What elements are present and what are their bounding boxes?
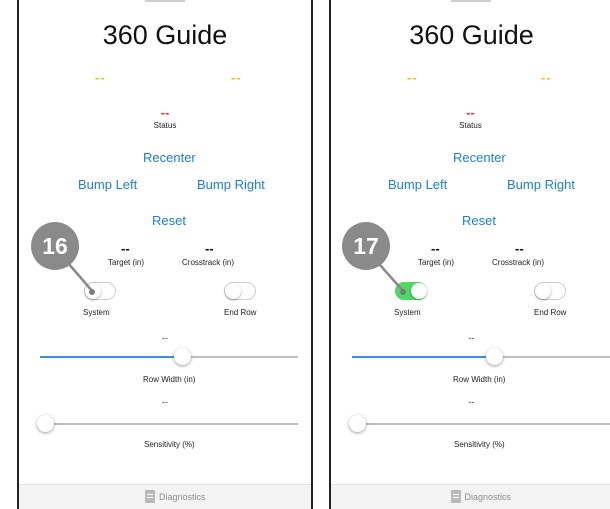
row-width-slider-thumb[interactable] bbox=[174, 348, 191, 365]
row-width-label: Row Width (in) bbox=[143, 375, 196, 384]
sensitivity-slider[interactable] bbox=[37, 415, 298, 432]
crosstrack-value: -- bbox=[205, 241, 214, 256]
toggle-knob bbox=[225, 283, 241, 299]
sensitivity-value: -- bbox=[468, 397, 475, 407]
sensitivity-slider-thumb[interactable] bbox=[349, 415, 366, 432]
recenter-button[interactable]: Recenter bbox=[453, 150, 506, 165]
diagnostics-icon bbox=[450, 490, 461, 503]
sensitivity-slider[interactable] bbox=[349, 415, 610, 432]
row-width-value: -- bbox=[162, 333, 168, 343]
app-title: 360 Guide bbox=[102, 20, 228, 50]
reset-button[interactable]: Reset bbox=[152, 213, 186, 228]
target-label: Target (in) bbox=[108, 258, 145, 267]
target-value: -- bbox=[121, 241, 130, 256]
toggle-knob bbox=[85, 283, 101, 299]
sensitivity-slider-thumb[interactable] bbox=[37, 415, 54, 432]
sensitivity-label: Sensitivity (%) bbox=[454, 440, 505, 449]
status-value: -- bbox=[466, 105, 475, 120]
callout-badge-16: 16 bbox=[31, 222, 79, 270]
end-row-label: End Row bbox=[534, 308, 567, 317]
system-label: System bbox=[83, 308, 110, 317]
end-row-label: End Row bbox=[224, 308, 257, 317]
bump-right-button[interactable]: Bump Right bbox=[507, 177, 575, 192]
callout-badge-17: 17 bbox=[342, 222, 390, 270]
row-width-slider-thumb[interactable] bbox=[486, 348, 503, 365]
system-toggle[interactable] bbox=[395, 282, 427, 300]
diagnostics-label: Diagnostics bbox=[159, 492, 206, 502]
diagnostics-label: Diagnostics bbox=[464, 492, 512, 502]
bump-left-button[interactable]: Bump Left bbox=[388, 177, 447, 192]
target-label: Target (in) bbox=[418, 258, 455, 267]
end-row-toggle[interactable] bbox=[534, 282, 566, 300]
sensitivity-value: -- bbox=[162, 397, 168, 407]
status-value: -- bbox=[160, 105, 170, 120]
bump-left-button[interactable]: Bump Left bbox=[78, 177, 137, 192]
diagnostics-tab[interactable]: Diagnostics bbox=[19, 484, 311, 509]
top-left-value: -- bbox=[95, 70, 106, 85]
toggle-knob bbox=[411, 283, 427, 299]
status-bar bbox=[331, 0, 610, 8]
row-width-slider-fill bbox=[40, 356, 182, 358]
bump-right-button[interactable]: Bump Right bbox=[197, 177, 265, 192]
row-width-slider-fill bbox=[352, 356, 494, 358]
system-label: System bbox=[394, 308, 421, 317]
app-title: 360 Guide bbox=[409, 20, 534, 50]
diagnostics-icon bbox=[145, 490, 155, 503]
crosstrack-label: Crosstrack (in) bbox=[182, 258, 235, 267]
top-right-value: -- bbox=[541, 70, 552, 85]
crosstrack-value: -- bbox=[515, 241, 524, 256]
system-toggle[interactable] bbox=[84, 282, 116, 300]
recenter-button[interactable]: Recenter bbox=[143, 150, 196, 165]
target-value: -- bbox=[431, 241, 440, 256]
status-bar bbox=[19, 0, 311, 8]
row-width-slider[interactable] bbox=[352, 348, 610, 365]
reset-button[interactable]: Reset bbox=[462, 213, 496, 228]
status-label: Status bbox=[459, 121, 482, 130]
end-row-toggle[interactable] bbox=[224, 282, 256, 300]
status-label: Status bbox=[153, 121, 177, 130]
row-width-value: -- bbox=[468, 333, 475, 343]
top-right-value: -- bbox=[231, 70, 242, 85]
toggle-knob bbox=[535, 283, 551, 299]
sensitivity-label: Sensitivity (%) bbox=[144, 440, 195, 449]
top-left-value: -- bbox=[407, 70, 418, 85]
crosstrack-label: Crosstrack (in) bbox=[492, 258, 545, 267]
diagnostics-tab[interactable]: Diagnostics bbox=[331, 484, 610, 509]
row-width-slider[interactable] bbox=[40, 348, 298, 365]
row-width-label: Row Width (in) bbox=[453, 375, 506, 384]
